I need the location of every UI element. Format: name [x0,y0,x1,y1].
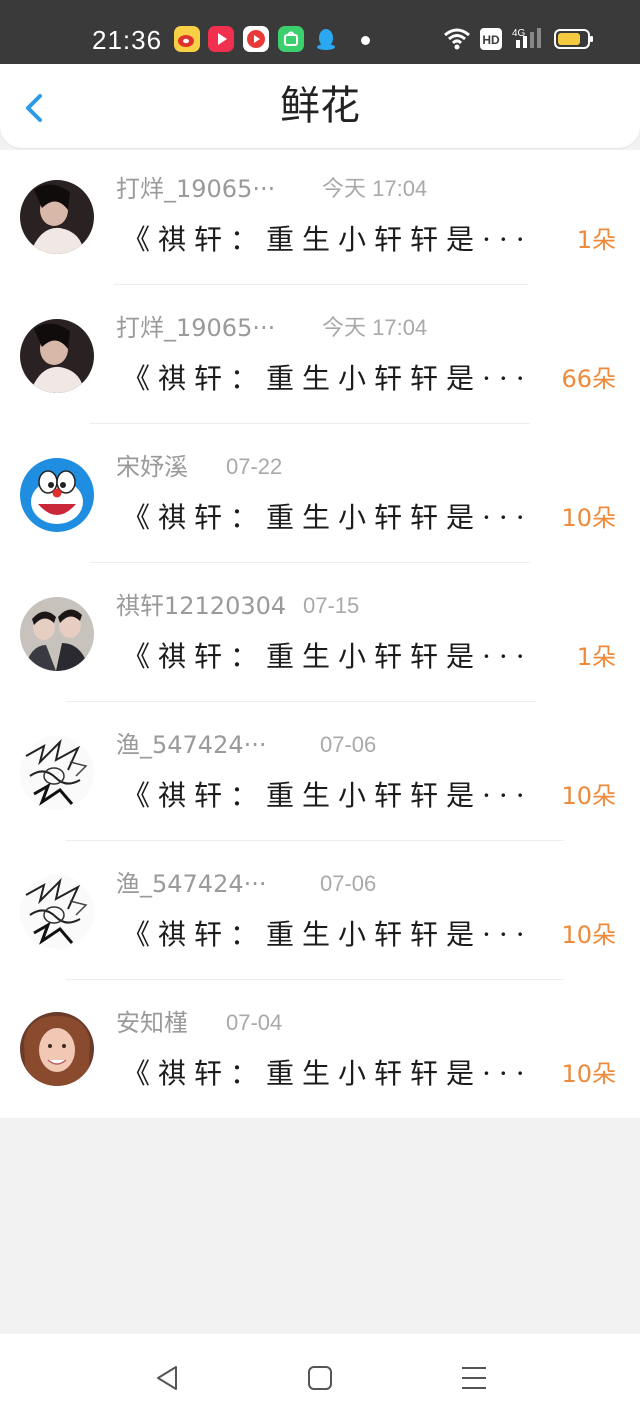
app-store-icon [278,26,304,52]
signal-4g-icon: 4G [512,26,546,58]
weibo-icon [174,26,200,52]
user-name: 渔_547424··· [116,870,267,898]
system-nav-bar [0,1334,640,1422]
book-title: 《祺轩：重生小轩轩是··· [122,779,533,812]
avatar[interactable] [20,180,94,254]
user-name: 打烊_19065··· [116,314,276,342]
status-bar: 21:36 HD 4G [0,0,640,64]
gift-row[interactable]: 渔_547424··· 07-06 《祺轩：重生小轩轩是··· 10朵 [0,706,640,845]
row-divider [66,979,564,980]
book-title: 《祺轩：重生小轩轩是··· [122,501,533,534]
flower-count: 66朵 [561,365,616,393]
post-time: 07-22 [226,454,283,479]
video-play-icon [208,26,234,52]
book-title: 《祺轩：重生小轩轩是··· [122,1057,533,1090]
flower-gift-list: 打烊_19065··· 今天 17:04 《祺轩：重生小轩轩是··· 1朵 打烊… [0,150,640,1118]
gift-row[interactable]: 打烊_19065··· 今天 17:04 《祺轩：重生小轩轩是··· 66朵 [0,289,640,428]
flower-count: 10朵 [561,504,616,532]
avatar[interactable] [20,458,94,532]
hd-icon: HD [480,28,502,60]
book-title: 《祺轩：重生小轩轩是··· [122,362,533,395]
gift-row[interactable]: 宋妤溪 07-22 《祺轩：重生小轩轩是··· 10朵 [0,428,640,567]
qq-icon [313,26,339,52]
user-name: 打烊_19065··· [116,175,276,203]
post-time: 今天 17:04 [322,315,428,340]
user-name: 安知槿 [116,1009,188,1037]
svg-text:HD: HD [482,33,500,47]
menu-lines-icon[interactable] [458,1362,490,1394]
flower-count: 10朵 [561,1060,616,1088]
row-divider [66,701,536,702]
user-name: 祺轩12120304 [116,592,287,620]
user-name: 宋妤溪 [116,453,188,481]
post-time: 07-06 [320,732,377,757]
media-play-icon [243,26,269,52]
notification-dot [361,36,370,45]
book-title: 《祺轩：重生小轩轩是··· [122,640,533,673]
avatar[interactable] [20,1012,94,1086]
flower-count: 10朵 [561,921,616,949]
row-divider [90,562,530,563]
post-time: 07-15 [303,593,360,618]
post-time: 07-04 [226,1010,283,1035]
back-triangle-icon[interactable] [152,1362,184,1394]
gift-row[interactable]: 祺轩12120304 07-15 《祺轩：重生小轩轩是··· 1朵 [0,567,640,706]
post-time: 今天 17:04 [322,176,428,201]
page-title: 鲜花 [280,83,360,129]
avatar[interactable] [20,736,94,810]
flower-count: 1朵 [576,226,616,254]
avatar[interactable] [20,597,94,671]
avatar[interactable] [20,319,94,393]
top-app-bar: 鲜花 [0,64,640,148]
book-title: 《祺轩：重生小轩轩是··· [122,223,533,256]
post-time: 07-06 [320,871,377,896]
flower-count: 10朵 [561,782,616,810]
gift-row[interactable]: 安知槿 07-04 《祺轩：重生小轩轩是··· 10朵 [0,984,640,1123]
user-name: 渔_547424··· [116,731,267,759]
wifi-icon [442,24,472,56]
avatar[interactable] [20,875,94,949]
flower-count: 1朵 [576,643,616,671]
battery-icon [554,28,594,60]
book-title: 《祺轩：重生小轩轩是··· [122,918,533,951]
row-divider [90,423,530,424]
gift-row[interactable]: 打烊_19065··· 今天 17:04 《祺轩：重生小轩轩是··· 1朵 [0,150,640,289]
home-square-icon[interactable] [304,1362,336,1394]
gift-row[interactable]: 渔_547424··· 07-06 《祺轩：重生小轩轩是··· 10朵 [0,845,640,984]
row-divider [114,284,528,285]
status-time: 21:36 [92,25,163,55]
row-divider [66,840,564,841]
